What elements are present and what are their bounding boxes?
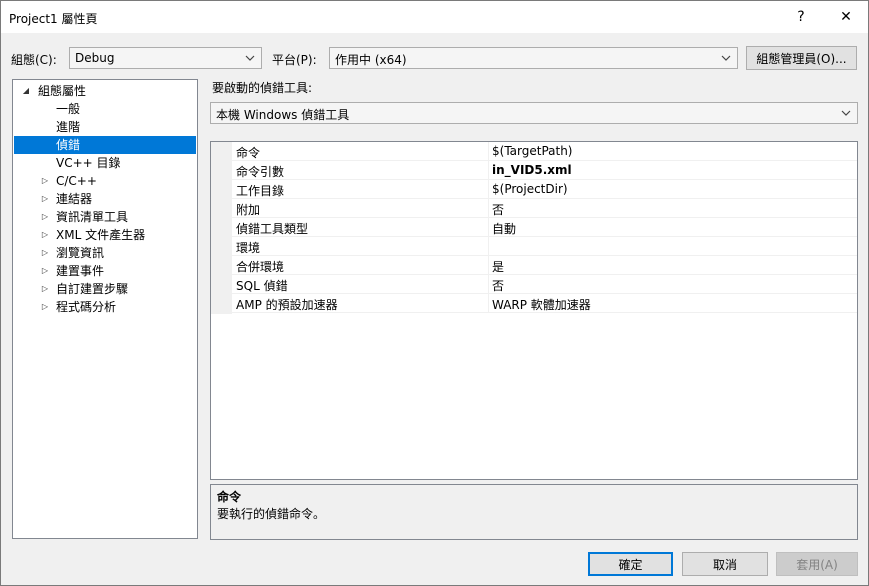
property-name: AMP 的預設加速器 [236,298,338,312]
tree-item-label: 連結器 [56,192,93,206]
close-button[interactable]: ✕ [824,1,868,33]
config-manager-button[interactable]: 組態管理員(O)... [746,46,857,70]
property-row[interactable]: 命令引數 in_VID5.xml [211,161,857,180]
debugger-label: 要啟動的偵錯工具: [212,81,313,95]
platform-value: 作用中 (x64) [335,53,407,67]
description-pane: 命令 要執行的偵錯命令。 [210,484,858,540]
property-row[interactable]: 合併環境 是 [211,256,857,275]
expand-icon[interactable]: ▷ [40,208,50,226]
property-name: 命令引數 [236,165,285,179]
description-title: 命令 [217,490,242,504]
column-divider [488,218,489,237]
help-icon: ? [797,9,805,25]
description-body: 要執行的偵錯命令。 [217,507,326,521]
property-value[interactable]: WARP 軟體加速器 [492,296,591,313]
tree-item-label: 自訂建置步驟 [56,282,129,296]
title-bar: Project1 屬性頁 ? ✕ [1,1,868,33]
property-value[interactable]: $(TargetPath) [492,144,572,158]
close-icon: ✕ [840,9,852,25]
tree-item[interactable]: 一般 [14,100,196,118]
column-divider [488,199,489,218]
tree-item-label: 進階 [56,120,81,134]
tree-item-label: 一般 [56,102,81,116]
tree-item-label: 偵錯 [56,138,81,152]
property-row[interactable]: SQL 偵錯 否 [211,275,857,294]
expand-icon[interactable]: ▷ [40,298,50,316]
property-row[interactable]: 環境 [211,237,857,256]
tree-item-label: VC++ 目錄 [56,156,121,170]
property-value[interactable]: $(ProjectDir) [492,182,568,196]
chevron-down-icon [245,55,255,61]
expand-icon[interactable]: ▷ [40,262,50,280]
tree-item[interactable]: ◢ 組態屬性 [14,82,196,100]
property-value[interactable]: 是 [492,258,504,275]
tree-item[interactable]: ▷ 建置事件 [14,262,196,280]
property-value[interactable]: in_VID5.xml [492,163,572,177]
tree-item[interactable]: ▷ 連結器 [14,190,196,208]
column-divider [488,161,489,180]
property-value[interactable]: 自動 [492,220,516,237]
tree-item-label: 組態屬性 [38,84,87,98]
tree-item-label: 建置事件 [56,264,105,278]
debugger-dropdown[interactable]: 本機 Windows 偵錯工具 [210,102,858,124]
chevron-down-icon [841,110,851,116]
tree-item[interactable]: ▷ C/C++ [14,172,196,190]
tree-item-label: C/C++ [56,174,97,188]
tree-item[interactable]: VC++ 目錄 [14,154,196,172]
property-value[interactable]: 否 [492,201,504,218]
expand-icon[interactable]: ▷ [40,244,50,262]
property-row[interactable]: AMP 的預設加速器 WARP 軟體加速器 [211,294,857,313]
column-divider [488,294,489,313]
help-button[interactable]: ? [779,1,823,33]
property-name: SQL 偵錯 [236,279,288,293]
config-label: 組態(C): [11,53,57,67]
tree-item-label: 程式碼分析 [56,300,117,314]
column-divider [488,256,489,275]
property-name: 偵錯工具類型 [236,222,309,236]
property-grid: 命令 $(TargetPath) 命令引數 in_VID5.xml 工作目錄 $(Proj… [210,141,858,480]
property-name: 附加 [236,203,261,217]
tree-item[interactable]: 進階 [14,118,196,136]
tree-item[interactable]: ▷ 資訊清單工具 [14,208,196,226]
property-name: 環境 [236,241,261,255]
config-dropdown[interactable]: Debug [69,47,262,69]
property-name: 命令 [236,146,261,160]
column-divider [488,237,489,256]
ok-button[interactable]: 確定 [588,552,673,576]
column-divider [488,142,489,161]
expand-icon[interactable]: ▷ [40,172,50,190]
tree-item[interactable]: 偵錯 [14,136,196,154]
tree-item[interactable]: ▷ XML 文件產生器 [14,226,196,244]
property-name: 合併環境 [236,260,285,274]
collapse-icon[interactable]: ◢ [21,82,31,100]
window-title: Project1 屬性頁 [9,12,98,26]
tree-item-label: 瀏覽資訊 [56,246,105,260]
tree-item[interactable]: ▷ 程式碼分析 [14,298,196,316]
tree-item-label: XML 文件產生器 [56,228,146,242]
debugger-value: 本機 Windows 偵錯工具 [216,108,350,122]
row-divider [232,312,857,313]
property-row[interactable]: 命令 $(TargetPath) [211,142,857,161]
tree-item[interactable]: ▷ 自訂建置步驟 [14,280,196,298]
tree-item-label: 資訊清單工具 [56,210,129,224]
cancel-button[interactable]: 取消 [682,552,768,576]
config-value: Debug [75,51,115,65]
property-tree: ◢ 組態屬性一般進階偵錯 VC++ 目錄 ▷ C/C++ ▷ 連結器 ▷ 資訊清單工具 ▷ XML … [12,79,198,539]
tree-item[interactable]: ▷ 瀏覽資訊 [14,244,196,262]
expand-icon[interactable]: ▷ [40,190,50,208]
expand-icon[interactable]: ▷ [40,226,50,244]
chevron-down-icon [721,55,731,61]
platform-label: 平台(P): [272,53,317,67]
property-row[interactable]: 工作目錄 $(ProjectDir) [211,180,857,199]
platform-dropdown[interactable]: 作用中 (x64) [329,47,738,69]
property-name: 工作目錄 [236,184,285,198]
column-divider [488,275,489,294]
apply-button[interactable]: 套用(A) [776,552,858,576]
property-value[interactable]: 否 [492,277,504,294]
property-row[interactable]: 附加 否 [211,199,857,218]
expand-icon[interactable]: ▷ [40,280,50,298]
property-row[interactable]: 偵錯工具類型 自動 [211,218,857,237]
property-pages-dialog: Project1 屬性頁 ? ✕ 組態(C): Debug 平台(P): 作用中… [0,0,869,586]
column-divider [488,180,489,199]
